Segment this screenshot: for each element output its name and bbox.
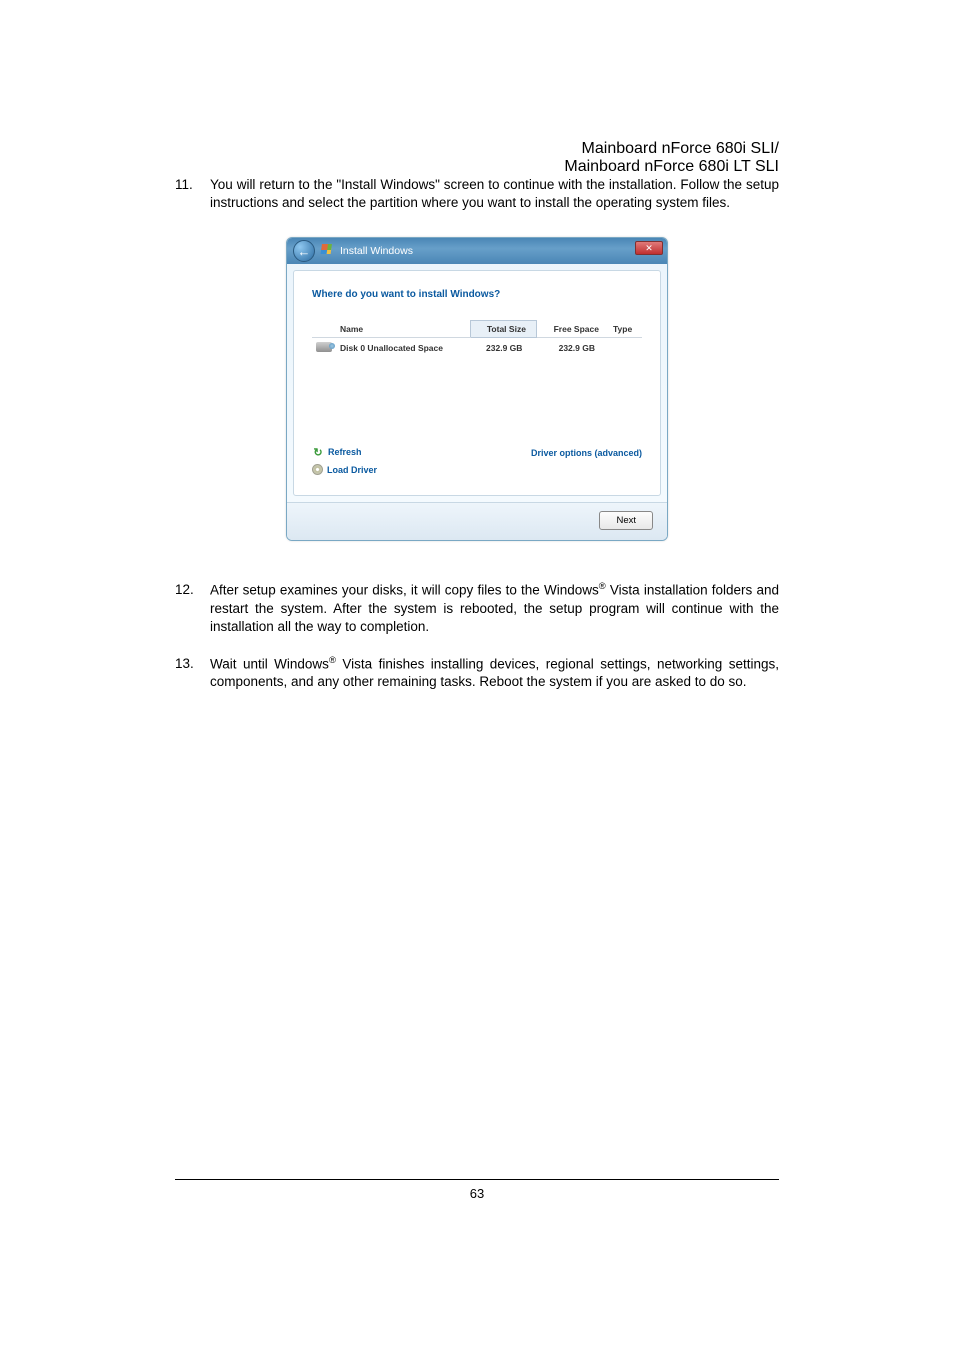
refresh-icon: ↻ [312, 446, 324, 458]
header-line-2: Mainboard nForce 680i LT SLI [564, 158, 779, 176]
refresh-label: Refresh [328, 447, 362, 457]
header-line-1: Mainboard nForce 680i SLI/ [582, 140, 779, 158]
registered-mark: ® [599, 581, 606, 592]
disk-type [609, 338, 642, 359]
screenshot-figure: ← Install Windows ✕ Where do you want to… [175, 237, 779, 541]
step-text: You will return to the "Install Windows"… [210, 177, 779, 210]
col-free-space[interactable]: Free Space [536, 321, 609, 338]
col-icon [312, 321, 336, 338]
dialog-actions: ↻ Refresh Load Driver Driver options (ad… [312, 446, 642, 481]
instruction-list-cont: 12. After setup examines your disks, it … [175, 581, 779, 691]
next-button[interactable]: Next [599, 511, 653, 530]
back-arrow-icon: ← [298, 244, 311, 259]
step-text-a: Wait until Windows [210, 656, 329, 671]
table-header-row: Name Total Size Free Space Type [312, 321, 642, 338]
step-text-a: After setup examines your disks, it will… [210, 583, 599, 598]
close-button[interactable]: ✕ [635, 241, 663, 255]
step-11: 11. You will return to the "Install Wind… [175, 176, 779, 212]
table-row[interactable]: Disk 0 Unallocated Space 232.9 GB 232.9 … [312, 338, 642, 359]
cd-icon [312, 464, 323, 475]
back-button[interactable]: ← [293, 240, 315, 262]
dialog-title: Install Windows [340, 245, 413, 257]
step-13: 13. Wait until Windows® Vista finishes i… [175, 655, 779, 692]
dialog-bottom-bar: Next [287, 502, 667, 540]
disk-name: Disk 0 Unallocated Space [336, 338, 471, 359]
dialog-body: Where do you want to install Windows? Na… [293, 270, 661, 496]
page-number: 63 [470, 1186, 484, 1201]
disk-table: Name Total Size Free Space Type Disk 0 U… [312, 320, 642, 358]
registered-mark: ® [329, 655, 336, 666]
col-name[interactable]: Name [336, 321, 471, 338]
table-blank-area [312, 358, 642, 438]
install-windows-dialog: ← Install Windows ✕ Where do you want to… [286, 237, 668, 541]
step-number: 13. [175, 655, 194, 673]
disk-total-size: 232.9 GB [471, 338, 537, 359]
load-driver-label: Load Driver [327, 465, 377, 475]
dialog-prompt: Where do you want to install Windows? [312, 289, 642, 300]
drive-options-link[interactable]: Driver options (advanced) [531, 446, 642, 458]
col-type[interactable]: Type [609, 321, 642, 338]
load-driver-link[interactable]: Load Driver [312, 464, 377, 475]
step-12: 12. After setup examines your disks, it … [175, 581, 779, 636]
dialog-titlebar: ← Install Windows ✕ [287, 238, 667, 264]
close-icon: ✕ [645, 243, 653, 254]
instruction-list: 11. You will return to the "Install Wind… [175, 176, 779, 212]
col-total-size[interactable]: Total Size [471, 321, 537, 338]
disk-free-space: 232.9 GB [536, 338, 609, 359]
page-header: Mainboard nForce 680i SLI/ Mainboard nFo… [175, 140, 779, 176]
disk-icon-cell [312, 338, 336, 359]
disk-icon [316, 342, 332, 352]
document-page: Mainboard nForce 680i SLI/ Mainboard nFo… [0, 0, 954, 692]
refresh-link[interactable]: ↻ Refresh [312, 446, 377, 458]
actions-left: ↻ Refresh Load Driver [312, 446, 377, 481]
windows-flag-icon [321, 244, 335, 258]
step-number: 11. [175, 176, 193, 194]
page-footer: 63 [175, 1179, 779, 1201]
step-number: 12. [175, 581, 194, 599]
